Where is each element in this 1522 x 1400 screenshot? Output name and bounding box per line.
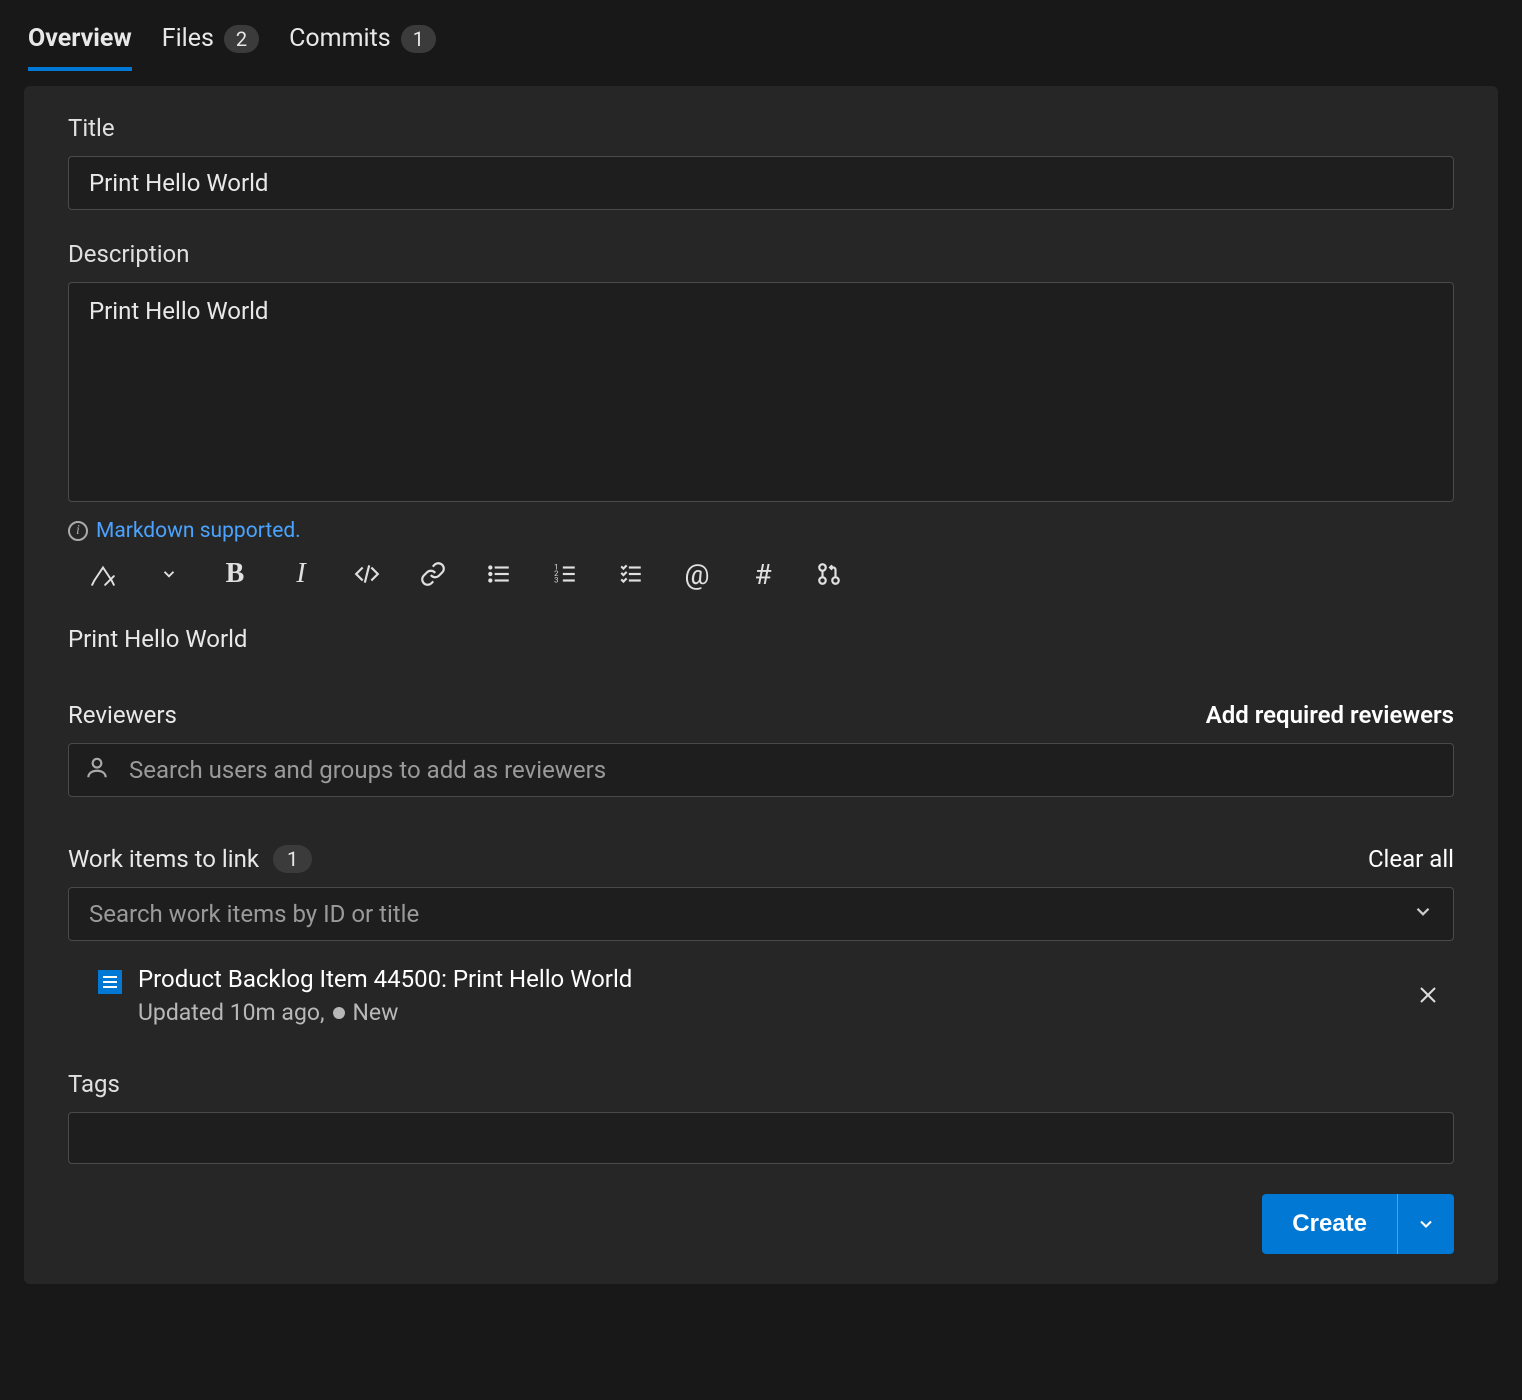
- pr-tabs: Overview Files 2 Commits 1: [0, 0, 1522, 72]
- add-required-reviewers-button[interactable]: Add required reviewers: [1206, 701, 1454, 729]
- create-dropdown-button[interactable]: [1397, 1194, 1454, 1254]
- pr-form-panel: Title Description i Markdown supported. …: [24, 86, 1498, 1284]
- chevron-down-icon[interactable]: [154, 559, 184, 589]
- markdown-supported-link[interactable]: Markdown supported.: [96, 519, 301, 543]
- code-icon[interactable]: [352, 559, 382, 589]
- numbered-list-icon[interactable]: 123: [550, 559, 580, 589]
- link-icon[interactable]: [418, 559, 448, 589]
- bullet-list-icon[interactable]: [484, 559, 514, 589]
- create-split-button: Create: [1262, 1194, 1454, 1254]
- clear-all-button[interactable]: Clear all: [1368, 845, 1454, 873]
- format-toolbar: B I 123 @ #: [68, 559, 1454, 589]
- person-icon: [84, 755, 110, 786]
- info-icon: i: [68, 521, 88, 541]
- tab-commits[interactable]: Commits 1: [289, 10, 436, 71]
- tab-files-label: Files: [162, 24, 214, 53]
- tab-overview-label: Overview: [28, 24, 132, 53]
- remove-work-item-button[interactable]: [1416, 983, 1440, 1012]
- markdown-hint: i Markdown supported.: [68, 519, 1454, 543]
- reviewers-label: Reviewers: [68, 701, 177, 729]
- pbi-type-icon: [98, 970, 122, 994]
- linked-work-item: Product Backlog Item 44500: Print Hello …: [68, 941, 1454, 1036]
- tags-label: Tags: [68, 1070, 1454, 1098]
- work-item-title[interactable]: Product Backlog Item 44500: Print Hello …: [138, 965, 632, 993]
- heading-style-icon[interactable]: [88, 559, 118, 589]
- work-item-updated: Updated 10m ago,: [138, 999, 325, 1026]
- bold-icon[interactable]: B: [220, 559, 250, 589]
- title-label: Title: [68, 114, 1454, 142]
- hash-icon[interactable]: #: [748, 559, 778, 589]
- tab-files[interactable]: Files 2: [162, 10, 259, 71]
- work-item-state: New: [353, 999, 399, 1026]
- tab-overview[interactable]: Overview: [28, 10, 132, 71]
- state-dot-icon: [333, 1007, 345, 1019]
- pull-request-icon[interactable]: [814, 559, 844, 589]
- description-preview: Print Hello World: [68, 625, 1454, 653]
- title-input[interactable]: [68, 156, 1454, 210]
- task-list-icon[interactable]: [616, 559, 646, 589]
- reviewers-search-input[interactable]: [68, 743, 1454, 797]
- tab-files-count: 2: [224, 25, 259, 53]
- tags-input[interactable]: [68, 1112, 1454, 1164]
- work-items-label: Work items to link: [68, 845, 259, 873]
- tab-commits-count: 1: [401, 25, 436, 53]
- create-button[interactable]: Create: [1262, 1194, 1397, 1254]
- mention-icon[interactable]: @: [682, 559, 712, 589]
- work-items-count: 1: [273, 845, 312, 873]
- svg-text:3: 3: [554, 576, 558, 585]
- work-items-search-input[interactable]: [68, 887, 1454, 941]
- description-label: Description: [68, 240, 1454, 268]
- italic-icon[interactable]: I: [286, 559, 316, 589]
- tab-commits-label: Commits: [289, 24, 391, 53]
- description-input[interactable]: [68, 282, 1454, 502]
